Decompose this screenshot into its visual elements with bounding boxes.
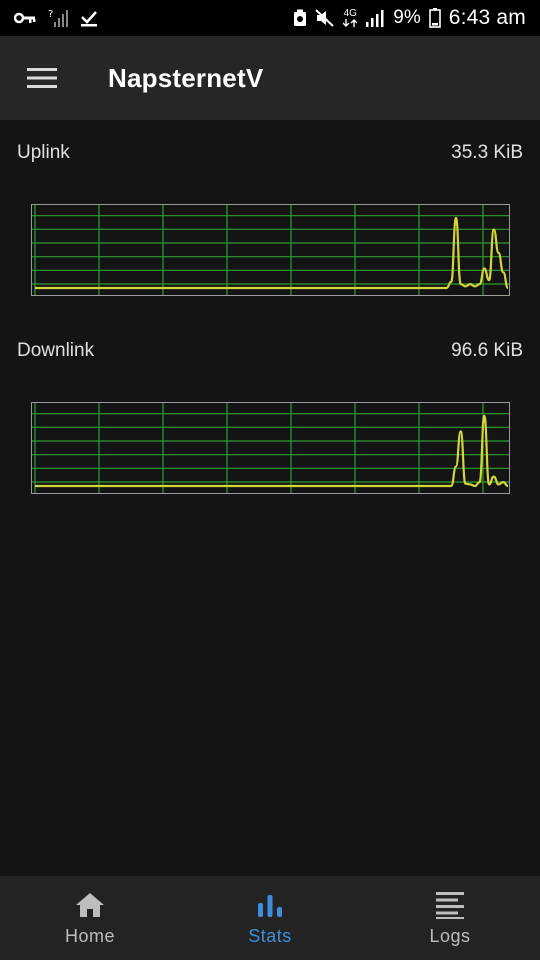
app-title: NapsternetV: [108, 62, 264, 93]
signal-unknown-icon: ?: [48, 8, 68, 28]
status-left: ?: [14, 8, 98, 28]
mute-icon: [315, 9, 335, 27]
vpn-icon: [293, 9, 307, 27]
uplink-section: Uplink 35.3 KiB: [0, 138, 540, 308]
nav-stats[interactable]: Stats: [180, 876, 360, 960]
check-icon: [80, 9, 98, 27]
status-right: 4G 9% 6:43 am: [293, 6, 526, 30]
uplink-data-line: [35, 216, 510, 290]
nav-logs[interactable]: Logs: [360, 876, 540, 960]
uplink-chart: [31, 204, 510, 296]
svg-text:?: ?: [48, 9, 53, 20]
battery-icon: [428, 8, 441, 28]
downlink-header: Downlink 96.6 KiB: [0, 336, 540, 366]
nav-home-label: Home: [64, 925, 115, 946]
downlink-chart: [31, 402, 510, 494]
hamburger-menu-button[interactable]: [0, 36, 84, 120]
bottom-nav: Home Stats Logs: [0, 876, 540, 960]
downlink-section: Downlink 96.6 KiB: [0, 336, 540, 506]
nav-home[interactable]: Home: [0, 876, 180, 960]
bar-chart-icon: [257, 890, 283, 920]
key-icon: [14, 11, 36, 25]
uplink-label: Uplink: [17, 142, 70, 163]
downlink-data-line: [35, 414, 509, 488]
status-bar: ? 4G 9% 6:43 am: [0, 0, 540, 36]
uplink-value: 35.3 KiB: [451, 142, 523, 163]
app-bar: NapsternetV: [0, 36, 540, 120]
uplink-chart-frame: [31, 204, 510, 296]
uplink-chart-svg: [31, 204, 510, 296]
status-time: 6:43 am: [448, 6, 526, 29]
nav-logs-label: Logs: [429, 925, 471, 946]
hamburger-menu-icon: [27, 68, 57, 88]
network-type-label: 4G: [343, 8, 357, 19]
downlink-chart-svg: [31, 402, 510, 494]
downlink-value: 96.6 KiB: [451, 340, 523, 361]
nav-stats-label: Stats: [248, 925, 292, 946]
signal-icon: [365, 9, 385, 27]
list-icon: [436, 890, 464, 920]
downlink-label: Downlink: [17, 340, 95, 361]
downlink-chart-frame: [31, 402, 510, 494]
home-icon: [75, 890, 105, 920]
network-4g-icon: 4G: [343, 8, 358, 27]
battery-percent: 9%: [393, 7, 421, 28]
uplink-header: Uplink 35.3 KiB: [0, 138, 540, 168]
